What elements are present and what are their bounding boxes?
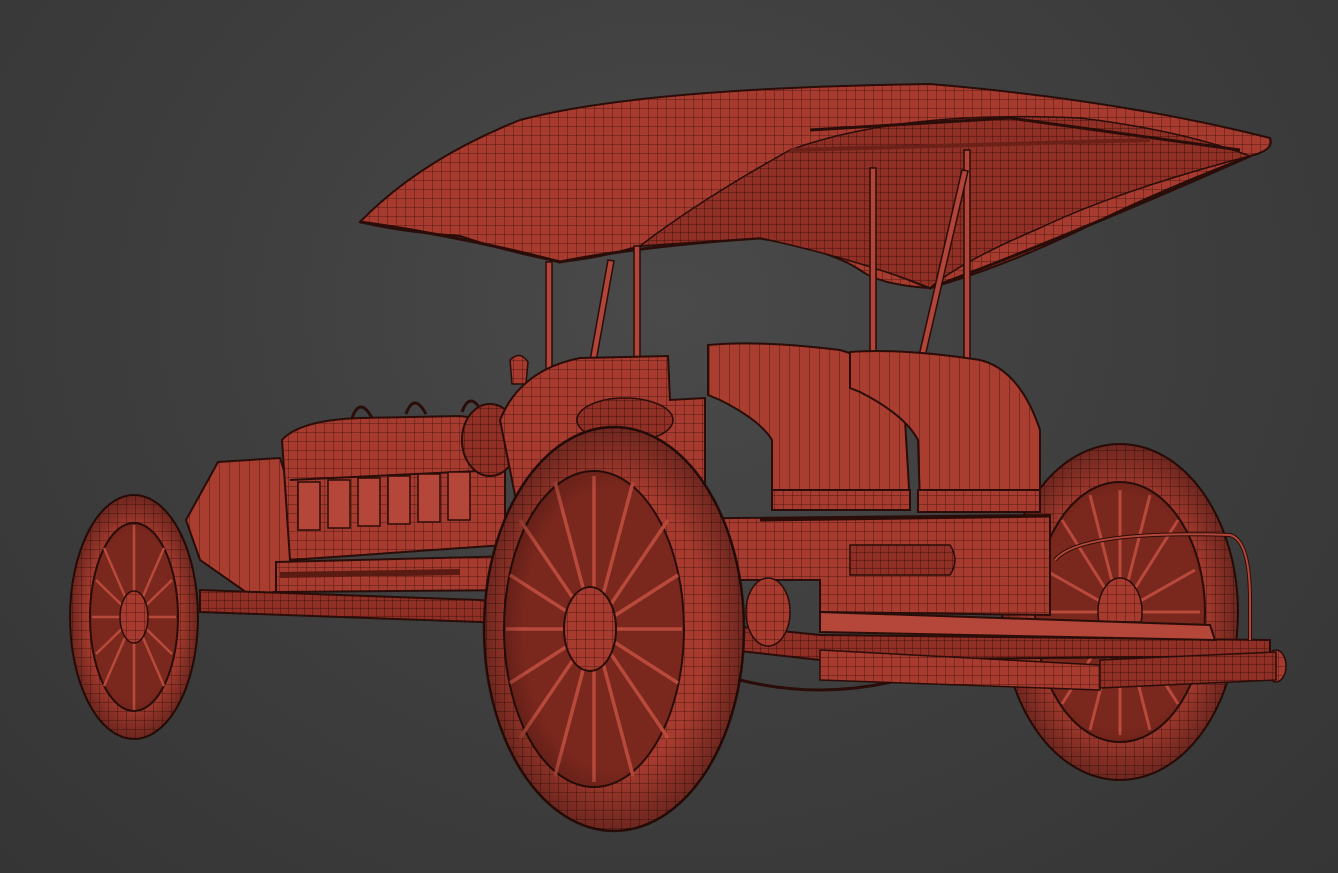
engine-block [275, 354, 529, 594]
3d-viewport[interactable] [0, 0, 1338, 873]
car-model-render [69, 82, 1287, 833]
front-wheel-left [69, 494, 199, 740]
canopy-roof [358, 82, 1272, 290]
rear-wheel-left [482, 425, 746, 833]
bucket-seats [707, 342, 1041, 513]
brake-drum [745, 577, 791, 647]
